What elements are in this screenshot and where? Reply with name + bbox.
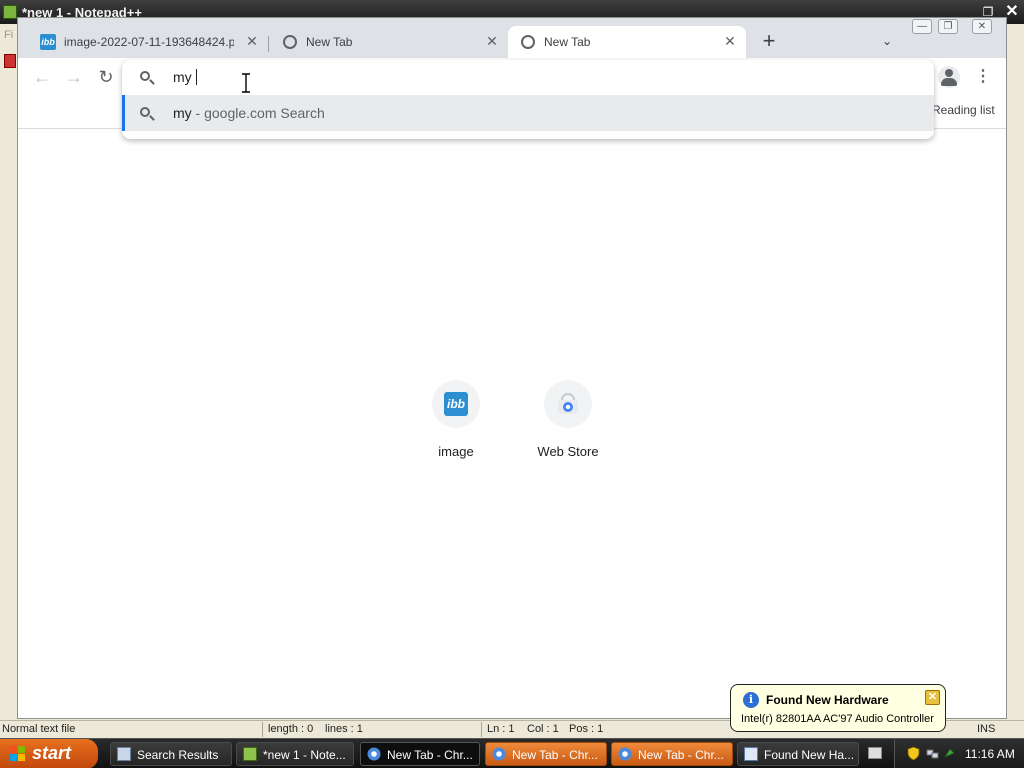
- notepadpp-icon: [3, 5, 17, 19]
- hardware-wizard-icon: [744, 747, 758, 761]
- tab-label: New Tab: [544, 35, 591, 49]
- globe-icon: [520, 34, 536, 50]
- task-label: Search Results: [137, 748, 219, 762]
- reload-button[interactable]: ↻: [95, 66, 117, 88]
- status-lines: lines : 1: [325, 723, 363, 735]
- tab-search-button[interactable]: ⌄: [878, 32, 896, 50]
- new-tab-button[interactable]: +: [758, 30, 780, 52]
- taskbar: start Search Results *new 1 - Note... Ne…: [0, 738, 1024, 768]
- status-divider: [481, 722, 482, 737]
- task-label: New Tab - Chr...: [638, 748, 724, 762]
- windows-logo-icon: [10, 746, 26, 762]
- chrome-menu-button[interactable]: ⋮: [972, 66, 994, 88]
- task-notepadpp[interactable]: *new 1 - Note...: [236, 742, 354, 766]
- keyboard-icon[interactable]: [868, 747, 882, 759]
- status-file-type: Normal text file: [2, 723, 76, 735]
- tab-new-tab[interactable]: New Tab ✕: [270, 26, 506, 58]
- web-store-icon: [558, 393, 578, 414]
- chrome-icon: [618, 747, 632, 761]
- chrome-minimize-button[interactable]: —: [912, 19, 932, 34]
- ibb-icon: ibb: [444, 392, 468, 416]
- notepadpp-menu-file[interactable]: Fi: [4, 29, 13, 41]
- search-results-icon: [117, 747, 131, 761]
- task-chrome[interactable]: New Tab - Chr...: [611, 742, 733, 766]
- shortcut-label: Web Store: [537, 444, 599, 459]
- start-button[interactable]: start: [0, 739, 98, 768]
- globe-icon: [282, 34, 298, 50]
- ibb-icon: ibb: [40, 34, 56, 50]
- ibeam-cursor-icon: [242, 73, 250, 93]
- reading-list-button[interactable]: Reading list: [932, 103, 995, 117]
- shortcut-icon-circle: [544, 380, 592, 428]
- omnibox-input[interactable]: my: [173, 69, 192, 85]
- profile-icon[interactable]: [938, 66, 960, 88]
- text-caret: [196, 69, 197, 85]
- tab-image[interactable]: ibb image-2022-07-11-193648424.png ✕: [28, 26, 266, 58]
- status-ln: Ln : 1: [487, 723, 515, 735]
- status-divider: [262, 722, 263, 737]
- task-label: New Tab - Chr...: [512, 748, 598, 762]
- search-icon: [140, 107, 150, 117]
- network-icon[interactable]: [926, 747, 939, 760]
- tab-new-tab-active[interactable]: New Tab ✕: [508, 26, 746, 58]
- task-label: Found New Ha...: [764, 748, 855, 762]
- shortcut-label: image: [438, 444, 474, 459]
- notepadpp-left-edge: Fi: [0, 24, 18, 720]
- start-label: start: [32, 743, 72, 763]
- task-label: New Tab - Chr...: [387, 748, 473, 762]
- tab-close-icon[interactable]: ✕: [484, 33, 500, 49]
- forward-button[interactable]: →: [63, 66, 85, 88]
- system-tray: 11:16 AM: [894, 739, 1024, 768]
- selection-indicator: [122, 95, 125, 131]
- suggestion-text: my - google.com Search: [173, 105, 325, 121]
- balloon-close-button[interactable]: ✕: [925, 690, 940, 705]
- task-chrome-active[interactable]: New Tab - Chr...: [360, 742, 480, 766]
- balloon-message: Intel(r) 82801AA AC'97 Audio Controller: [741, 713, 934, 725]
- task-found-new-hardware[interactable]: Found New Ha...: [737, 742, 859, 766]
- notepadpp-toolbar-icon[interactable]: [4, 54, 16, 68]
- status-pos: Pos : 1: [569, 723, 604, 735]
- search-icon: [140, 71, 150, 81]
- notepadpp-icon: [243, 747, 257, 761]
- omnibox-suggestion[interactable]: my - google.com Search: [122, 95, 934, 131]
- status-col: Col : 1: [527, 723, 559, 735]
- tab-label: New Tab: [306, 35, 353, 49]
- status-length: length : 0: [268, 723, 314, 735]
- task-label: *new 1 - Note...: [263, 748, 346, 762]
- chrome-icon: [367, 747, 381, 761]
- balloon-title: Found New Hardware: [766, 693, 889, 707]
- tab-close-icon[interactable]: ✕: [722, 33, 738, 49]
- safely-remove-hardware-icon[interactable]: [943, 747, 956, 760]
- back-button[interactable]: ←: [31, 66, 53, 88]
- security-shield-icon[interactable]: [907, 747, 920, 760]
- clock[interactable]: 11:16 AM: [965, 747, 1015, 761]
- omnibox-dropdown: my my - google.com Search: [122, 60, 934, 139]
- tab-divider: [268, 36, 269, 52]
- shortcut-image[interactable]: ibb image: [406, 380, 506, 470]
- chrome-close-button[interactable]: ✕: [972, 19, 992, 34]
- shortcut-web-store[interactable]: Web Store: [518, 380, 618, 470]
- shortcut-icon-circle: ibb: [432, 380, 480, 428]
- task-search-results[interactable]: Search Results: [110, 742, 232, 766]
- chrome-restore-button[interactable]: ❐: [938, 19, 958, 34]
- status-insert-mode: INS: [977, 723, 996, 735]
- notification-balloon[interactable]: i Found New Hardware ✕ Intel(r) 82801AA …: [730, 684, 946, 732]
- tab-label: image-2022-07-11-193648424.png: [64, 35, 234, 49]
- chrome-icon: [492, 747, 506, 761]
- tab-close-icon[interactable]: ✕: [244, 33, 260, 49]
- info-icon: i: [743, 692, 759, 708]
- task-chrome[interactable]: New Tab - Chr...: [485, 742, 607, 766]
- tab-strip: ibb image-2022-07-11-193648424.png ✕ New…: [18, 18, 1006, 58]
